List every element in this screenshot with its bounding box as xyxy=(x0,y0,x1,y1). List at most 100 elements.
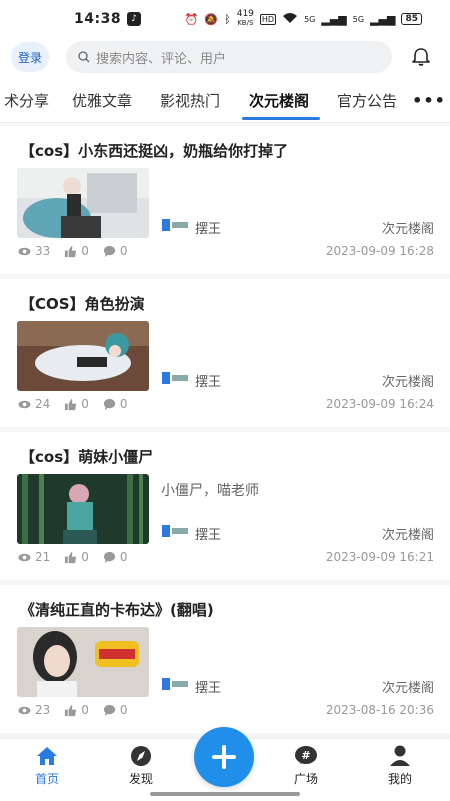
post-feed: 【cos】小东西还挺凶，奶瓶给你打掉了 摆王 次元楼阁 33 0 0 2023-… xyxy=(0,126,450,738)
post-excerpt: 小僵尸，喵老师 xyxy=(161,483,259,499)
search-icon xyxy=(78,51,90,63)
author-name[interactable]: 摆王 xyxy=(195,371,221,390)
eye-icon xyxy=(18,706,31,714)
eye-icon xyxy=(18,247,31,255)
author-name[interactable]: 摆王 xyxy=(195,218,221,237)
views-stat: 24 xyxy=(18,397,50,411)
nav-square[interactable]: # 广场 xyxy=(276,745,336,787)
author-avatar[interactable] xyxy=(162,677,188,691)
status-bar: 14:38 ♪ ⏰ 🔕 ᛒ 419 KB/S HD 5G ▂▄▆ 5G ▂▄▆ 8… xyxy=(0,0,450,38)
category-tabs: 术分享 优雅文章 影视热门 次元楼阁 官方公告 ••• xyxy=(0,82,450,123)
network-speed: 419 KB/S xyxy=(236,9,254,28)
post-date: 2023-09-09 16:28 xyxy=(325,244,434,258)
comment-icon xyxy=(103,245,115,257)
likes-stat[interactable]: 0 xyxy=(64,244,89,258)
author-avatar[interactable] xyxy=(162,524,188,538)
signal-icon-1: ▂▄▆ xyxy=(321,12,347,26)
tab-official-notice[interactable]: 官方公告 xyxy=(337,90,397,111)
eye-icon xyxy=(18,400,31,408)
login-button[interactable]: 登录 xyxy=(11,42,49,72)
signal-5g-2: 5G xyxy=(352,14,365,24)
post-card[interactable]: 《清纯正直的卡布达》(翻唱) 摆王 次元楼阁 23 0 0 2023-08-16… xyxy=(0,585,450,733)
top-bar: 登录 搜索内容、评论、用户 xyxy=(0,38,450,82)
post-stats: 24 0 0 xyxy=(18,397,138,411)
post-stats: 21 0 0 xyxy=(18,550,138,564)
comment-icon xyxy=(103,551,115,563)
post-title[interactable]: 【cos】小东西还挺凶，奶瓶给你打掉了 xyxy=(20,140,288,161)
signal-icon-2: ▂▄▆ xyxy=(370,12,396,26)
nav-profile[interactable]: 我的 xyxy=(370,745,430,787)
post-title[interactable]: 《清纯正直的卡布达》(翻唱) xyxy=(20,599,214,620)
post-card[interactable]: 【cos】萌妹小僵尸 小僵尸，喵老师 摆王 次元楼阁 21 0 0 2023-0… xyxy=(0,432,450,580)
post-thumbnail[interactable] xyxy=(17,627,149,697)
likes-stat[interactable]: 0 xyxy=(64,703,89,717)
thumbs-up-icon xyxy=(65,551,77,563)
nav-home-label: 首页 xyxy=(34,772,59,786)
bluetooth-icon: ᛒ xyxy=(224,12,231,26)
compass-icon xyxy=(131,746,151,766)
post-card[interactable]: 【COS】角色扮演 摆王 次元楼阁 24 0 0 2023-09-09 16:2… xyxy=(0,279,450,427)
search-bar[interactable]: 搜索内容、评论、用户 xyxy=(66,41,392,73)
tab-tech-share[interactable]: 术分享 xyxy=(4,90,49,111)
home-icon xyxy=(37,747,57,765)
post-category: 次元楼阁 xyxy=(381,375,434,390)
post-thumbnail[interactable] xyxy=(17,168,149,238)
thumbs-up-icon xyxy=(65,704,77,716)
post-category: 次元楼阁 xyxy=(381,222,434,237)
bottom-nav: 首页 发现 # 广场 我的 xyxy=(0,727,450,801)
nav-home[interactable]: 首页 xyxy=(17,745,77,787)
home-indicator xyxy=(150,792,300,796)
tab-film-hot[interactable]: 影视热门 xyxy=(160,90,220,111)
user-icon xyxy=(390,745,410,766)
battery-indicator: 85 xyxy=(401,13,422,25)
author-avatar[interactable] xyxy=(162,371,188,385)
comment-icon xyxy=(103,398,115,410)
post-thumbnail[interactable] xyxy=(17,474,149,544)
post-date: 2023-08-16 20:36 xyxy=(325,703,434,717)
views-stat: 23 xyxy=(18,703,50,717)
views-stat: 21 xyxy=(18,550,50,564)
comments-stat[interactable]: 0 xyxy=(103,703,128,717)
views-stat: 33 xyxy=(18,244,50,258)
tab-dimension-tower[interactable]: 次元楼阁 xyxy=(249,90,309,111)
comments-stat[interactable]: 0 xyxy=(103,244,128,258)
status-time: 14:38 xyxy=(74,11,122,27)
post-thumbnail[interactable] xyxy=(17,321,149,391)
mute-icon: 🔕 xyxy=(204,12,219,26)
status-icons: ⏰ 🔕 ᛒ 419 KB/S HD 5G ▂▄▆ 5G ▂▄▆ 85 xyxy=(185,10,422,28)
post-title[interactable]: 【COS】角色扮演 xyxy=(20,293,145,314)
author-name[interactable]: 摆王 xyxy=(195,677,221,696)
comment-icon xyxy=(103,704,115,716)
svg-text:#: # xyxy=(301,749,310,762)
search-placeholder: 搜索内容、评论、用户 xyxy=(96,51,227,67)
author-avatar[interactable] xyxy=(162,218,188,232)
nav-square-label: 广场 xyxy=(293,772,318,786)
thumbs-up-icon xyxy=(65,245,77,257)
post-card[interactable]: 【cos】小东西还挺凶，奶瓶给你打掉了 摆王 次元楼阁 33 0 0 2023-… xyxy=(0,126,450,274)
more-tabs-button[interactable]: ••• xyxy=(412,88,446,112)
bell-icon[interactable] xyxy=(410,46,432,68)
nav-discover[interactable]: 发现 xyxy=(111,745,171,787)
post-category: 次元楼阁 xyxy=(381,528,434,543)
author-name[interactable]: 摆王 xyxy=(195,524,221,543)
hashtag-icon: # xyxy=(295,746,317,764)
tiktok-icon: ♪ xyxy=(127,12,142,26)
likes-stat[interactable]: 0 xyxy=(64,550,89,564)
post-date: 2023-09-09 16:24 xyxy=(325,397,434,411)
post-title[interactable]: 【cos】萌妹小僵尸 xyxy=(20,446,153,467)
post-date: 2023-09-09 16:21 xyxy=(325,550,434,564)
wifi-icon xyxy=(282,12,298,27)
alarm-icon: ⏰ xyxy=(184,12,199,26)
active-tab-indicator xyxy=(242,117,320,120)
nav-discover-label: 发现 xyxy=(128,772,153,786)
hd-badge: HD xyxy=(259,13,277,25)
likes-stat[interactable]: 0 xyxy=(64,397,89,411)
tab-elegant-articles[interactable]: 优雅文章 xyxy=(72,90,132,111)
create-post-button[interactable] xyxy=(194,727,254,787)
comments-stat[interactable]: 0 xyxy=(103,550,128,564)
nav-profile-label: 我的 xyxy=(387,772,412,786)
comments-stat[interactable]: 0 xyxy=(103,397,128,411)
plus-icon xyxy=(212,745,236,769)
post-stats: 33 0 0 xyxy=(18,244,138,258)
signal-5g-1: 5G xyxy=(304,14,316,24)
